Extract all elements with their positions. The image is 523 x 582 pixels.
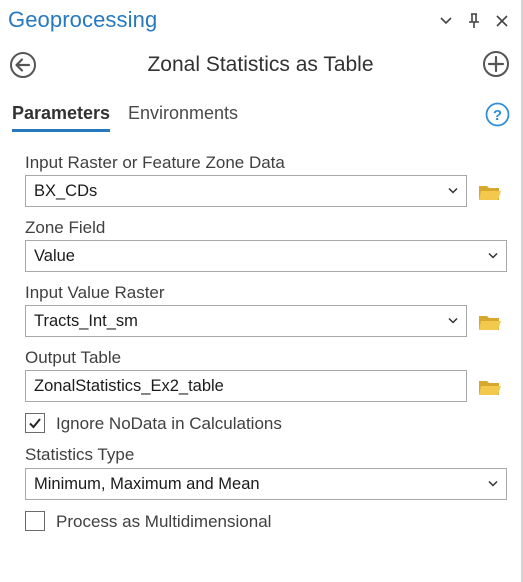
- close-pane-button[interactable]: [492, 11, 512, 31]
- zone-field-value: Value: [34, 247, 75, 265]
- parameters-panel: Input Raster or Feature Zone Data BX_CDs…: [0, 136, 521, 582]
- ignore-nodata-label[interactable]: Ignore NoData in Calculations: [56, 414, 282, 434]
- zone-field-label: Zone Field: [25, 218, 106, 237]
- ignore-nodata-checkbox[interactable]: [25, 413, 45, 433]
- value-raster-value: Tracts_Int_sm: [34, 312, 138, 330]
- checkmark-icon: [29, 418, 41, 429]
- statistics-type-dropdown[interactable]: Minimum, Maximum and Mean: [25, 468, 507, 500]
- statistics-type-value: Minimum, Maximum and Mean: [34, 475, 260, 493]
- pin-icon: [469, 13, 479, 28]
- close-icon: [496, 15, 508, 27]
- tab-parameters[interactable]: Parameters: [12, 103, 111, 132]
- browse-folder-icon[interactable]: [478, 377, 502, 397]
- statistics-type-label: Statistics Type: [25, 445, 135, 464]
- tool-title: Zonal Statistics as Table: [147, 53, 374, 76]
- svg-text:?: ?: [493, 107, 502, 124]
- chevron-down-icon: [488, 252, 498, 259]
- tool-header: Zonal Statistics as Table: [0, 44, 521, 88]
- value-raster-label: Input Value Raster: [25, 283, 165, 302]
- zone-field-dropdown[interactable]: Value: [25, 240, 507, 272]
- geoprocessing-pane: Geoprocessing Zonal Statistics as Table: [0, 0, 523, 582]
- add-button[interactable]: [482, 50, 510, 78]
- value-raster-dropdown[interactable]: Tracts_Int_sm: [25, 305, 467, 337]
- help-button[interactable]: ?: [485, 102, 510, 127]
- tool-tabs: Parameters Environments ?: [0, 88, 521, 136]
- output-table-label: Output Table: [25, 348, 122, 367]
- pane-options-button[interactable]: [436, 11, 456, 31]
- chevron-down-icon: [448, 187, 458, 194]
- output-table-input[interactable]: ZonalStatistics_Ex2_table: [25, 370, 467, 402]
- zone-data-dropdown[interactable]: BX_CDs: [25, 175, 467, 207]
- output-table-value: ZonalStatistics_Ex2_table: [34, 377, 224, 395]
- multidimensional-checkbox[interactable]: [25, 511, 45, 531]
- zone-data-value: BX_CDs: [34, 182, 98, 200]
- tab-environments[interactable]: Environments: [128, 103, 238, 129]
- help-circle-icon: ?: [485, 102, 510, 127]
- browse-folder-icon[interactable]: [478, 182, 502, 202]
- chevron-down-icon: [448, 317, 458, 324]
- multidimensional-label[interactable]: Process as Multidimensional: [56, 512, 271, 532]
- pane-title-bar: Geoprocessing: [0, 0, 521, 44]
- add-circle-icon: [483, 51, 509, 77]
- chevron-down-icon: [488, 480, 498, 487]
- browse-folder-icon[interactable]: [478, 312, 502, 332]
- pin-pane-button[interactable]: [464, 11, 484, 31]
- pane-title: Geoprocessing: [8, 7, 158, 32]
- zone-data-label: Input Raster or Feature Zone Data: [25, 153, 285, 172]
- chevron-down-icon: [440, 17, 452, 25]
